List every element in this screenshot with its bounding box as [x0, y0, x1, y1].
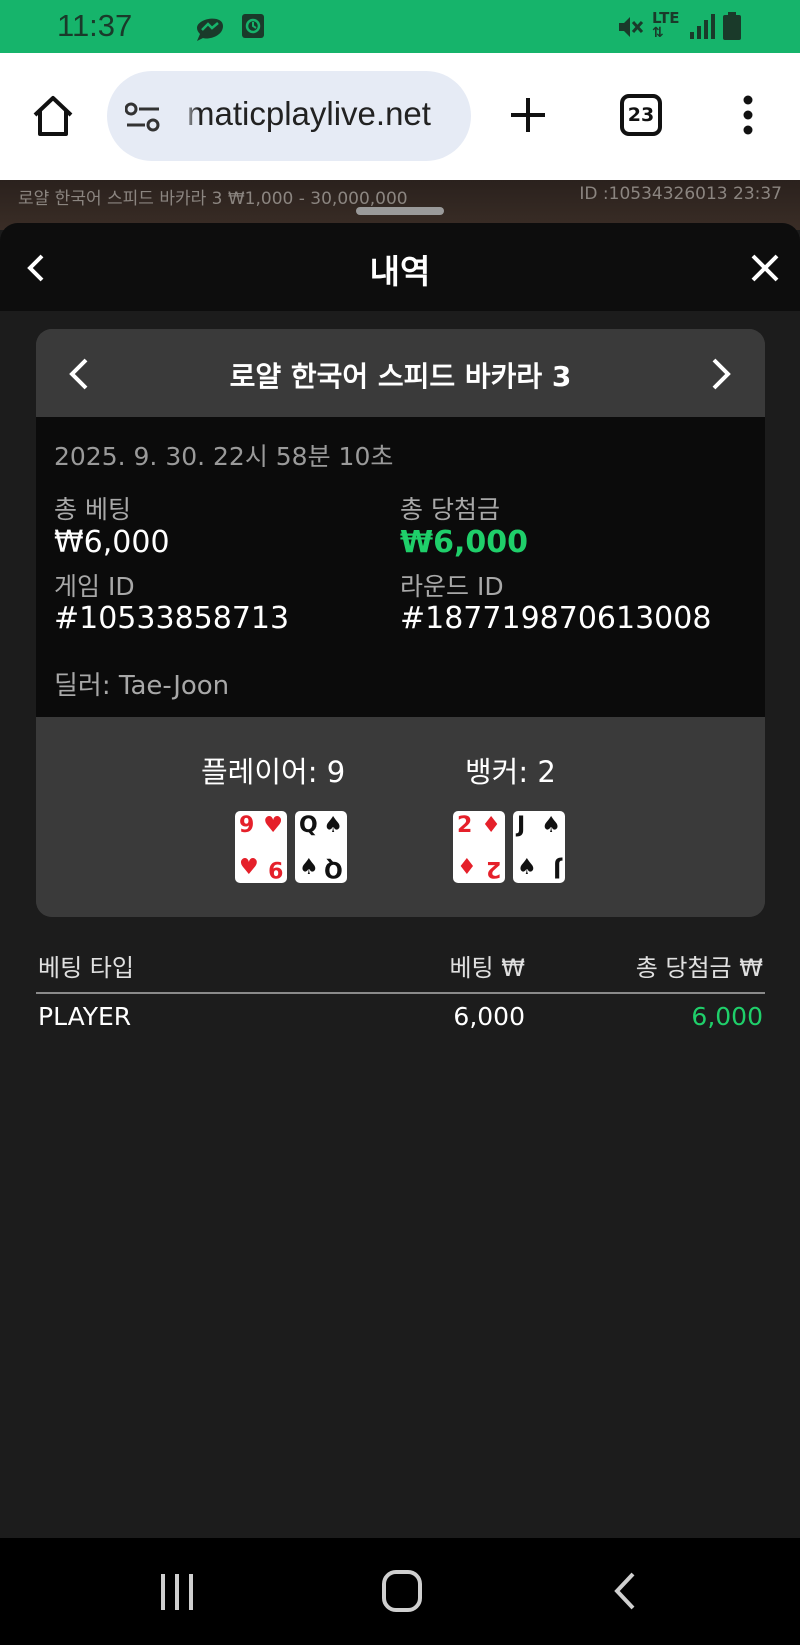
- row-bet-type: PLAYER: [38, 1002, 132, 1031]
- table-divider: [36, 992, 765, 994]
- dealer-name: 딜러: Tae-Joon: [54, 671, 230, 701]
- url-fade: [179, 91, 199, 141]
- history-sheet: 내역 로얄 한국어 스피드 바카라 3 2025. 9. 30. 22시 58분…: [0, 223, 800, 1538]
- signal-icon: [690, 14, 715, 39]
- card-suit: ♠: [299, 855, 319, 880]
- screen-record-icon: [242, 14, 264, 38]
- drag-handle[interactable]: [356, 207, 444, 215]
- total-bet-label: 총 베팅: [54, 495, 131, 524]
- round-card: 로얄 한국어 스피드 바카라 3 2025. 9. 30. 22시 58분 10…: [36, 329, 765, 917]
- card-suit: ♥: [263, 813, 283, 838]
- total-bet-value: ₩6,000: [54, 525, 170, 560]
- card-suit: ♠: [541, 813, 561, 838]
- game-id-label: 게임 ID: [54, 572, 135, 601]
- card-rank: 9: [267, 856, 283, 881]
- round-datetime: 2025. 9. 30. 22시 58분 10초: [54, 442, 394, 471]
- sheet-title: 내역: [369, 252, 431, 291]
- tab-count: 23: [627, 104, 655, 126]
- menu-icon[interactable]: [738, 93, 758, 137]
- cards-result: 플레이어: 9 뱅커: 2 9 ♥ ♥ 9 Q ♠ ♠ Q 2 ♦ ♦ 2 J: [36, 717, 765, 917]
- card-suit: ♠: [323, 813, 343, 838]
- card-suit: ♠: [517, 855, 537, 880]
- url-text[interactable]: maticplaylive.net: [187, 95, 431, 133]
- header-win-amount: 총 당첨금 ₩: [635, 954, 763, 982]
- next-round-icon[interactable]: [708, 357, 734, 391]
- banker-card-1: 2 ♦ ♦ 2: [453, 811, 505, 883]
- card-suit: ♦: [457, 855, 477, 880]
- player-score: 플레이어: 9: [201, 755, 346, 789]
- card-rank: 2: [457, 813, 473, 838]
- tabs-icon[interactable]: 23: [620, 94, 662, 136]
- home-icon[interactable]: [30, 93, 76, 139]
- home-nav-icon[interactable]: [381, 1569, 423, 1613]
- status-time: 11:37: [57, 8, 133, 43]
- row-win-amount: 6,000: [691, 1002, 763, 1031]
- mute-icon: [619, 17, 644, 37]
- round-card-header: 로얄 한국어 스피드 바카라 3: [36, 329, 765, 417]
- new-tab-icon[interactable]: [508, 95, 548, 135]
- player-card-1: 9 ♥ ♥ 9: [235, 811, 287, 883]
- banker-score: 뱅커: 2: [465, 755, 556, 789]
- total-win-label: 총 당첨금: [400, 495, 500, 524]
- card-rank: 9: [239, 813, 255, 838]
- status-bar: 11:37 LTE ⇅: [0, 0, 800, 53]
- banker-card-2: J ♠ ♠ J: [513, 811, 565, 883]
- close-icon[interactable]: [750, 253, 780, 283]
- game-id-text: ID :10534326013 23:37: [579, 184, 782, 204]
- card-suit: ♦: [481, 813, 501, 838]
- game-id-value: #10533858713: [54, 601, 290, 636]
- back-nav-icon[interactable]: [612, 1571, 638, 1611]
- browser-toolbar: maticplaylive.net 23: [0, 53, 800, 180]
- total-win-value: ₩6,000: [400, 525, 528, 560]
- table-limits-text: 로얄 한국어 스피드 바카라 3 ₩1,000 - 30,000,000: [18, 189, 408, 209]
- card-suit: ♥: [239, 855, 259, 880]
- card-rank: J: [552, 856, 561, 881]
- row-bet-amount: 6,000: [453, 1002, 525, 1031]
- lte-icon: LTE ⇅: [652, 9, 680, 41]
- card-rank: Q: [299, 813, 318, 838]
- player-card-2: Q ♠ ♠ Q: [295, 811, 347, 883]
- system-nav-bar: [0, 1538, 800, 1645]
- card-rank: Q: [324, 856, 343, 881]
- game-name: 로얄 한국어 스피드 바카라 3: [229, 360, 572, 393]
- address-bar[interactable]: maticplaylive.net: [107, 71, 471, 161]
- card-rank: J: [517, 813, 526, 838]
- header-bet-amount: 베팅 ₩: [449, 954, 525, 982]
- site-settings-icon[interactable]: [125, 101, 161, 133]
- header-bet-type: 베팅 타입: [38, 954, 134, 982]
- recent-apps-icon[interactable]: [158, 1572, 196, 1612]
- battery-icon: [723, 12, 741, 40]
- round-details: 2025. 9. 30. 22시 58분 10초 총 베팅 ₩6,000 총 당…: [36, 417, 765, 717]
- round-id-label: 라운드 ID: [400, 572, 504, 601]
- card-rank: 2: [485, 856, 501, 881]
- sheet-header: 내역: [0, 223, 800, 311]
- round-id-value: #187719870613008: [400, 601, 712, 636]
- messenger-icon: [197, 18, 223, 41]
